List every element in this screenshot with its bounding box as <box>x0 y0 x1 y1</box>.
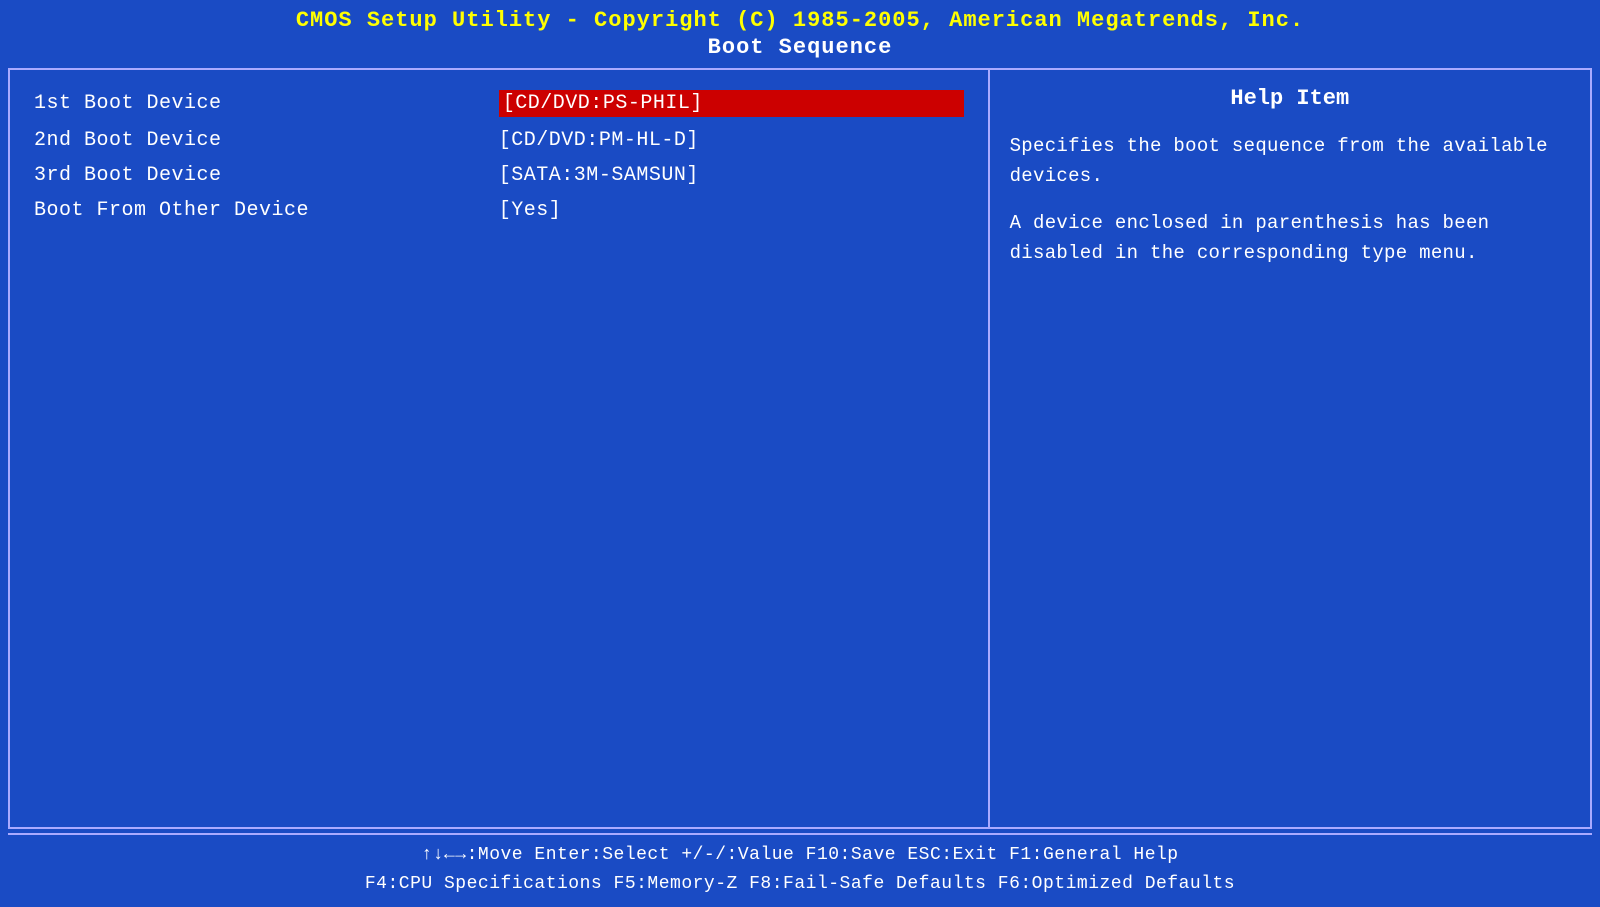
help-paragraph-2: A device enclosed in parenthesis has bee… <box>1010 208 1570 269</box>
settings-value-4[interactable]: [Yes] <box>499 199 964 222</box>
settings-row-2[interactable]: 2nd Boot Device[CD/DVD:PM-HL-D] <box>34 125 964 156</box>
help-panel: Help Item Specifies the boot sequence fr… <box>990 70 1590 827</box>
footer-line1: ↑↓←→:Move Enter:Select +/-/:Value F10:Sa… <box>16 841 1584 870</box>
settings-row-1[interactable]: 1st Boot Device[CD/DVD:PS-PHIL] <box>34 86 964 121</box>
footer-line2: F4:CPU Specifications F5:Memory-Z F8:Fai… <box>16 870 1584 899</box>
settings-label-3: 3rd Boot Device <box>34 164 499 187</box>
screen-title: Boot Sequence <box>0 35 1600 60</box>
settings-value-3[interactable]: [SATA:3M-SAMSUN] <box>499 164 964 187</box>
title-bar: CMOS Setup Utility - Copyright (C) 1985-… <box>0 0 1600 64</box>
footer: ↑↓←→:Move Enter:Select +/-/:Value F10:Sa… <box>8 833 1592 903</box>
settings-row-4[interactable]: Boot From Other Device[Yes] <box>34 195 964 226</box>
help-title: Help Item <box>1010 86 1570 111</box>
settings-label-4: Boot From Other Device <box>34 199 499 222</box>
help-text: Specifies the boot sequence from the ava… <box>1010 131 1570 269</box>
settings-value-2[interactable]: [CD/DVD:PM-HL-D] <box>499 129 964 152</box>
settings-value-1[interactable]: [CD/DVD:PS-PHIL] <box>499 90 964 117</box>
settings-label-1: 1st Boot Device <box>34 92 499 115</box>
app-title: CMOS Setup Utility - Copyright (C) 1985-… <box>0 8 1600 33</box>
main-content: 1st Boot Device[CD/DVD:PS-PHIL]2nd Boot … <box>8 68 1592 829</box>
settings-row-3[interactable]: 3rd Boot Device[SATA:3M-SAMSUN] <box>34 160 964 191</box>
help-paragraph-1: Specifies the boot sequence from the ava… <box>1010 131 1570 192</box>
settings-label-2: 2nd Boot Device <box>34 129 499 152</box>
settings-panel: 1st Boot Device[CD/DVD:PS-PHIL]2nd Boot … <box>10 70 990 827</box>
